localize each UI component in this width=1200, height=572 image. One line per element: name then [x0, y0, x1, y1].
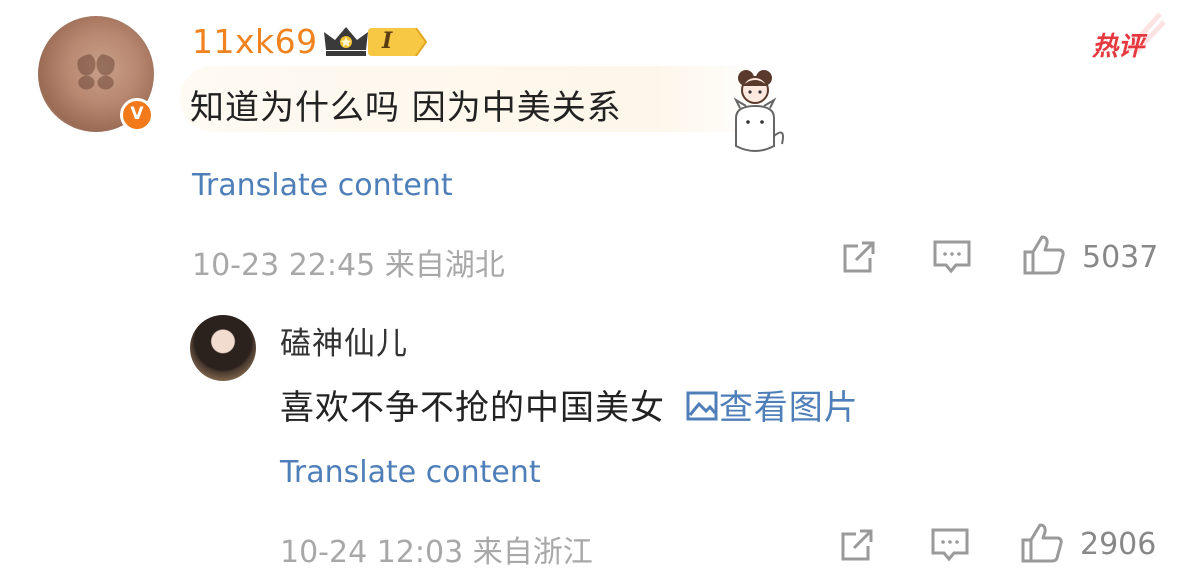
comment-text: 知道为什么吗 因为中美关系: [190, 88, 622, 128]
reply-share-icon[interactable]: [838, 526, 876, 564]
view-image-link[interactable]: 查看图片: [677, 388, 859, 428]
reply-translate-link[interactable]: Translate content: [280, 455, 541, 490]
timestamp-location: 10-23 22:45 来自湖北: [192, 248, 505, 283]
comment-icon[interactable]: [932, 238, 972, 276]
like-icon[interactable]: [1022, 234, 1066, 276]
share-icon[interactable]: [840, 238, 878, 276]
verified-badge: V: [120, 98, 154, 132]
reply-comment-icon[interactable]: [930, 526, 970, 564]
girl-cat-sticker-icon: [733, 70, 784, 152]
level-badge: I: [368, 27, 428, 57]
reply-text: 喜欢不争不抢的中国美女 查看图片: [280, 380, 859, 429]
reply-content: 喜欢不争不抢的中国美女: [280, 388, 665, 428]
reply-username[interactable]: 磕神仙儿: [280, 318, 408, 363]
like-count: 5037: [1082, 240, 1159, 275]
image-icon: [686, 391, 718, 421]
reply-avatar[interactable]: [190, 315, 256, 381]
hot-comment-tag: 热评: [1092, 32, 1145, 62]
reply-timestamp-location: 10-24 12:03 来自浙江: [280, 535, 593, 570]
view-image-label: 查看图片: [718, 388, 859, 428]
level-label: I: [382, 28, 393, 54]
username[interactable]: 11xk69: [192, 22, 318, 61]
crown-icon: [324, 27, 368, 56]
reply-like-count: 2906: [1080, 527, 1157, 562]
translate-link[interactable]: Translate content: [192, 168, 453, 203]
reply-like-icon[interactable]: [1020, 522, 1064, 564]
